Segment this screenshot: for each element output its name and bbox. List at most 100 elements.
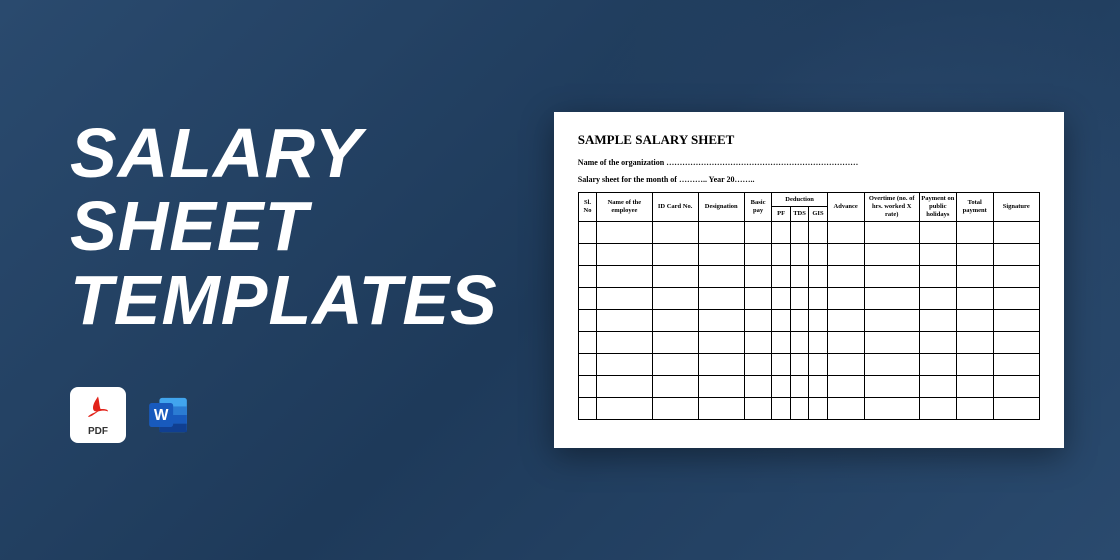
table-cell	[993, 287, 1039, 309]
table-cell	[790, 243, 808, 265]
table-cell	[790, 353, 808, 375]
table-cell	[698, 287, 744, 309]
table-cell	[790, 221, 808, 243]
table-cell	[744, 331, 772, 353]
table-cell	[597, 243, 652, 265]
table-cell	[652, 397, 698, 419]
table-cell	[993, 265, 1039, 287]
table-cell	[827, 397, 864, 419]
table-cell	[993, 353, 1039, 375]
table-cell	[919, 221, 956, 243]
table-cell	[956, 331, 993, 353]
table-row	[578, 397, 1039, 419]
pdf-icon: PDF	[70, 387, 126, 443]
th-overtime: Overtime (no. of hrs. worked X rate)	[864, 193, 919, 221]
table-cell	[809, 265, 827, 287]
table-cell	[956, 375, 993, 397]
th-designation: Designation	[698, 193, 744, 221]
table-cell	[919, 243, 956, 265]
table-cell	[652, 243, 698, 265]
table-cell	[597, 287, 652, 309]
th-gis: GIS	[809, 207, 827, 221]
table-cell	[956, 309, 993, 331]
table-row	[578, 287, 1039, 309]
table-cell	[809, 243, 827, 265]
table-cell	[864, 221, 919, 243]
table-cell	[597, 353, 652, 375]
table-cell	[864, 375, 919, 397]
th-tds: TDS	[790, 207, 808, 221]
table-cell	[744, 397, 772, 419]
table-cell	[864, 243, 919, 265]
table-cell	[827, 331, 864, 353]
table-body	[578, 221, 1039, 419]
doc-heading: SAMPLE SALARY SHEET	[578, 132, 1040, 148]
document-preview: SAMPLE SALARY SHEET Name of the organiza…	[554, 112, 1064, 447]
table-cell	[993, 331, 1039, 353]
table-cell	[772, 397, 790, 419]
table-row	[578, 265, 1039, 287]
table-cell	[652, 331, 698, 353]
table-cell	[578, 353, 596, 375]
table-cell	[790, 265, 808, 287]
table-cell	[597, 309, 652, 331]
table-cell	[827, 221, 864, 243]
table-cell	[698, 331, 744, 353]
table-cell	[827, 243, 864, 265]
table-cell	[809, 331, 827, 353]
table-cell	[698, 221, 744, 243]
table-cell	[597, 265, 652, 287]
table-cell	[790, 309, 808, 331]
table-cell	[578, 287, 596, 309]
table-row	[578, 309, 1039, 331]
table-cell	[772, 309, 790, 331]
table-cell	[698, 265, 744, 287]
table-cell	[744, 243, 772, 265]
table-cell	[864, 265, 919, 287]
word-symbol-icon: W	[140, 391, 196, 439]
table-cell	[597, 397, 652, 419]
table-cell	[919, 331, 956, 353]
th-name: Name of the employee	[597, 193, 652, 221]
table-cell	[698, 353, 744, 375]
table-cell	[827, 353, 864, 375]
table-cell	[864, 397, 919, 419]
table-cell	[956, 287, 993, 309]
th-basic: Basic pay	[744, 193, 772, 221]
th-total: Total payment	[956, 193, 993, 221]
table-cell	[827, 265, 864, 287]
title-line-2: SHEET	[70, 190, 538, 264]
table-cell	[919, 309, 956, 331]
table-cell	[578, 243, 596, 265]
table-cell	[919, 287, 956, 309]
table-cell	[772, 243, 790, 265]
table-row	[578, 221, 1039, 243]
table-cell	[956, 353, 993, 375]
table-cell	[772, 265, 790, 287]
table-cell	[956, 265, 993, 287]
table-cell	[578, 309, 596, 331]
table-cell	[919, 353, 956, 375]
table-cell	[919, 397, 956, 419]
table-cell	[698, 243, 744, 265]
th-advance: Advance	[827, 193, 864, 221]
table-cell	[698, 375, 744, 397]
title-line-3: TEMPLATES	[70, 264, 538, 338]
table-cell	[578, 375, 596, 397]
table-cell	[827, 375, 864, 397]
table-cell	[956, 397, 993, 419]
table-cell	[790, 331, 808, 353]
table-cell	[652, 309, 698, 331]
month-line: Salary sheet for the month of ……….. Year…	[578, 175, 1040, 184]
table-cell	[578, 265, 596, 287]
table-cell	[993, 221, 1039, 243]
table-cell	[578, 397, 596, 419]
word-icon: W	[140, 387, 196, 443]
table-cell	[652, 265, 698, 287]
table-cell	[744, 287, 772, 309]
table-cell	[744, 265, 772, 287]
th-sl: Sl. No	[578, 193, 596, 221]
table-cell	[864, 331, 919, 353]
table-cell	[578, 331, 596, 353]
table-cell	[744, 353, 772, 375]
